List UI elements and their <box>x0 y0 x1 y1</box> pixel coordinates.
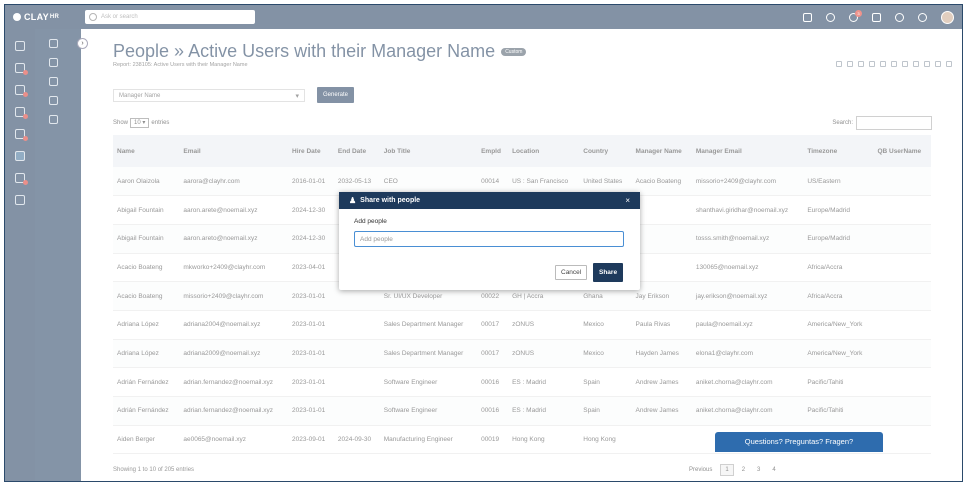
add-people-input[interactable]: Add people <box>354 231 624 247</box>
close-icon[interactable]: × <box>625 196 630 205</box>
collapse-sidebar-button[interactable]: › <box>77 38 88 49</box>
user-icon: ♟ <box>349 196 357 205</box>
help-chat-button[interactable]: Questions? Preguntas? Fragen? <box>715 432 883 452</box>
cancel-button[interactable]: Cancel <box>555 265 588 280</box>
app-window: CLAY HR Ask or search 3 › People » Activ… <box>4 4 963 482</box>
share-button[interactable]: Share <box>593 263 624 282</box>
add-people-label: Add people <box>354 218 387 225</box>
share-dialog-header: ♟ Share with people × <box>339 192 640 209</box>
share-dialog-title: Share with people <box>360 197 421 204</box>
share-dialog: ♟ Share with people × Add people Add peo… <box>339 192 640 290</box>
